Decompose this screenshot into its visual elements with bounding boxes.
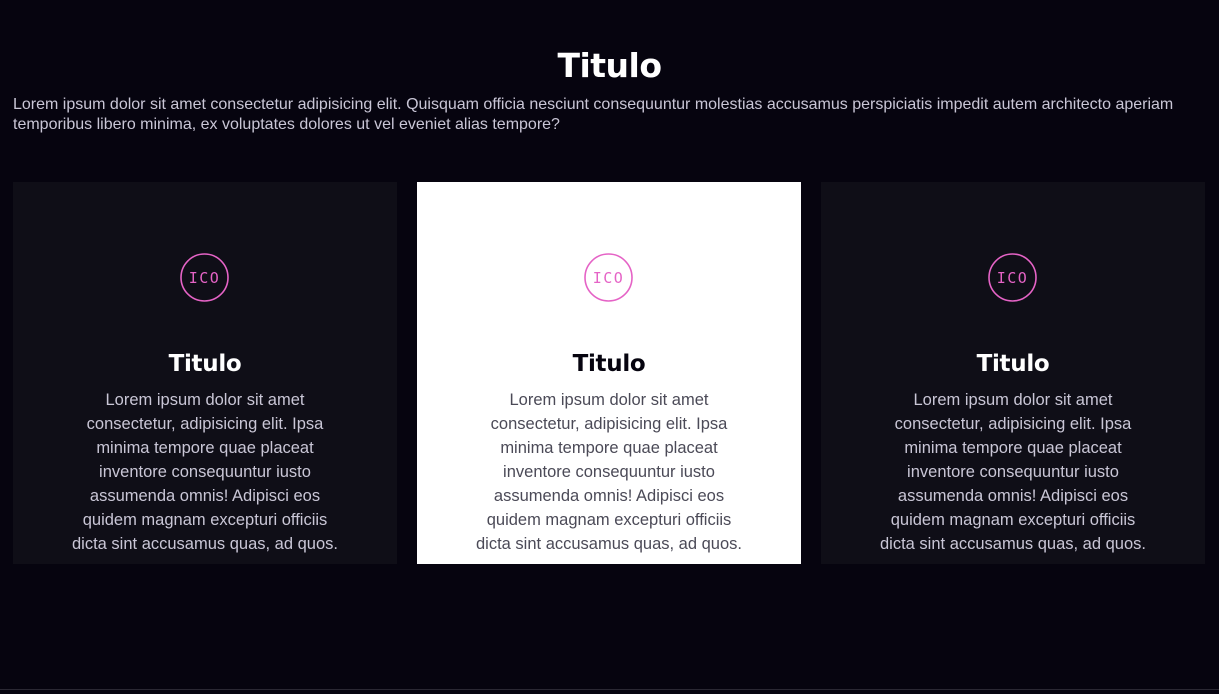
footer-divider xyxy=(0,689,1219,690)
feature-card-1: ICO Titulo Lorem ipsum dolor sit amet co… xyxy=(13,182,397,564)
card-title: Titulo xyxy=(572,351,646,377)
ico-badge-icon: ICO xyxy=(584,253,633,302)
section-title: Titulo xyxy=(557,46,662,85)
card-title: Titulo xyxy=(168,351,242,377)
card-text: Lorem ipsum dolor sit amet consectetur, … xyxy=(476,391,742,553)
card-text: Lorem ipsum dolor sit amet consectetur, … xyxy=(72,391,338,553)
ico-badge-text: ICO xyxy=(189,269,221,287)
card-title: Titulo xyxy=(976,351,1050,377)
ico-badge-icon: ICO xyxy=(988,253,1037,302)
feature-card-2: ICO Titulo Lorem ipsum dolor sit amet co… xyxy=(417,182,801,564)
feature-cards: ICO Titulo Lorem ipsum dolor sit amet co… xyxy=(13,182,1205,564)
card-text: Lorem ipsum dolor sit amet consectetur, … xyxy=(880,391,1146,553)
section-description: Lorem ipsum dolor sit amet consectetur a… xyxy=(13,96,1174,133)
ico-badge-icon: ICO xyxy=(180,253,229,302)
feature-card-3: ICO Titulo Lorem ipsum dolor sit amet co… xyxy=(821,182,1205,564)
ico-badge-text: ICO xyxy=(593,269,625,287)
ico-badge-text: ICO xyxy=(997,269,1029,287)
